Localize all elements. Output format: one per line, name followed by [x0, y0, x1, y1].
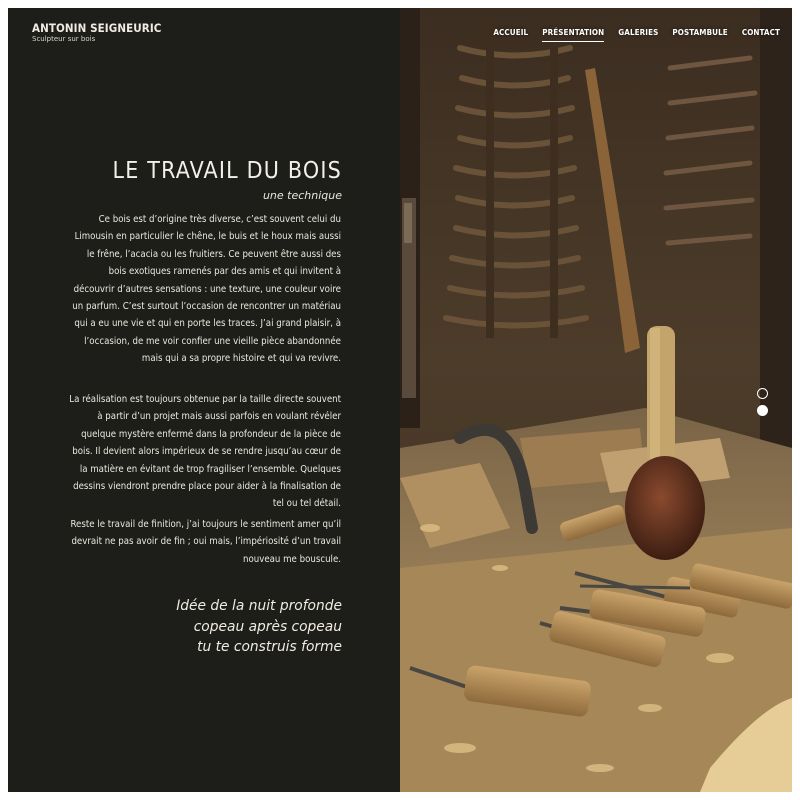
site-tagline: Sculpteur sur bois: [32, 35, 96, 43]
site-logo[interactable]: ANTONIN SEIGNEURIC Sculpteur sur bois: [32, 21, 162, 44]
nav-accueil[interactable]: ACCUEIL: [493, 28, 528, 42]
slider-dot-active[interactable]: [757, 405, 768, 416]
content-panel: ANTONIN SEIGNEURIC Sculpteur sur bois LE…: [8, 8, 400, 792]
slider-dot[interactable]: [757, 388, 768, 399]
nav-postambule[interactable]: POSTAMBULE: [672, 28, 727, 42]
poem: Idée de la nuit profonde copeau après co…: [176, 596, 342, 658]
nav-contact[interactable]: CONTACT: [742, 28, 780, 42]
workshop-photo-illustration: [400, 8, 792, 792]
paragraph-origin: Ce bois est d’origine très diverse, c’es…: [72, 214, 341, 365]
site-name: ANTONIN SEIGNEURIC: [32, 21, 162, 35]
poem-line: tu te construis forme: [197, 639, 342, 655]
paragraph-finition: Reste le travail de finition, j’ai toujo…: [70, 519, 341, 565]
paragraph-realisation: La réalisation est toujours obtenue par …: [69, 394, 341, 510]
nav-galeries[interactable]: GALERIES: [618, 28, 658, 42]
page-subtitle: une technique: [262, 189, 342, 202]
poem-line: copeau après copeau: [193, 618, 342, 635]
poem-line: Idée de la nuit profonde: [176, 598, 342, 614]
page-heading: LE TRAVAIL DU BOIS une technique: [112, 157, 342, 203]
page-frame: ANTONIN SEIGNEURIC Sculpteur sur bois LE…: [8, 8, 792, 792]
main-nav: ACCUEIL PRÉSENTATION GALERIES POSTAMBULE…: [493, 28, 780, 42]
workshop-photo: ACCUEIL PRÉSENTATION GALERIES POSTAMBULE…: [400, 8, 792, 792]
nav-presentation[interactable]: PRÉSENTATION: [542, 28, 605, 42]
slider-dots: [757, 388, 768, 416]
page-title: LE TRAVAIL DU BOIS: [112, 158, 342, 184]
